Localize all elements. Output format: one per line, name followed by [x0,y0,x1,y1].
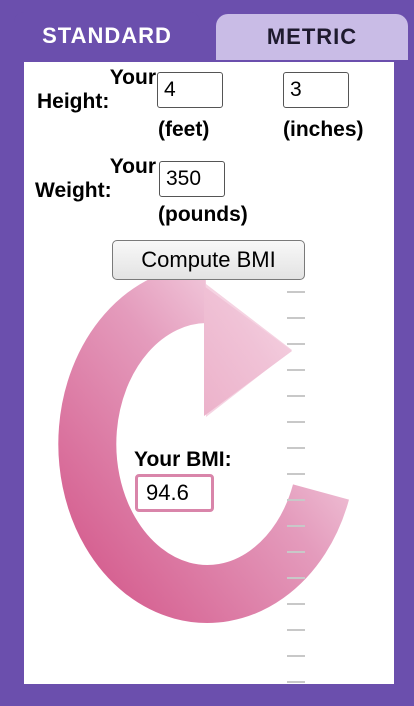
bmi-result-field [135,474,214,512]
weight-input[interactable] [159,161,225,197]
circular-arrow-icon [58,265,349,683]
feet-unit: (feet) [158,118,210,141]
inches-unit: (inches) [283,118,364,141]
compute-bmi-button[interactable]: Compute BMI [112,240,305,280]
bmi-result-label: Your BMI: [134,448,232,471]
height-label-line1: Your [109,66,156,89]
feet-input[interactable] [157,72,223,108]
tab-metric[interactable]: METRIC [214,12,410,60]
weight-label-line1: Your [109,155,156,178]
calculator-panel: Your Height: (feet) (inches) Your Weight… [24,62,394,684]
tab-standard[interactable]: STANDARD [14,12,200,60]
weight-label-line2: Weight: [35,179,112,202]
height-label-line2: Height: [37,90,110,113]
weight-unit: (pounds) [158,203,248,226]
inches-input[interactable] [283,72,349,108]
